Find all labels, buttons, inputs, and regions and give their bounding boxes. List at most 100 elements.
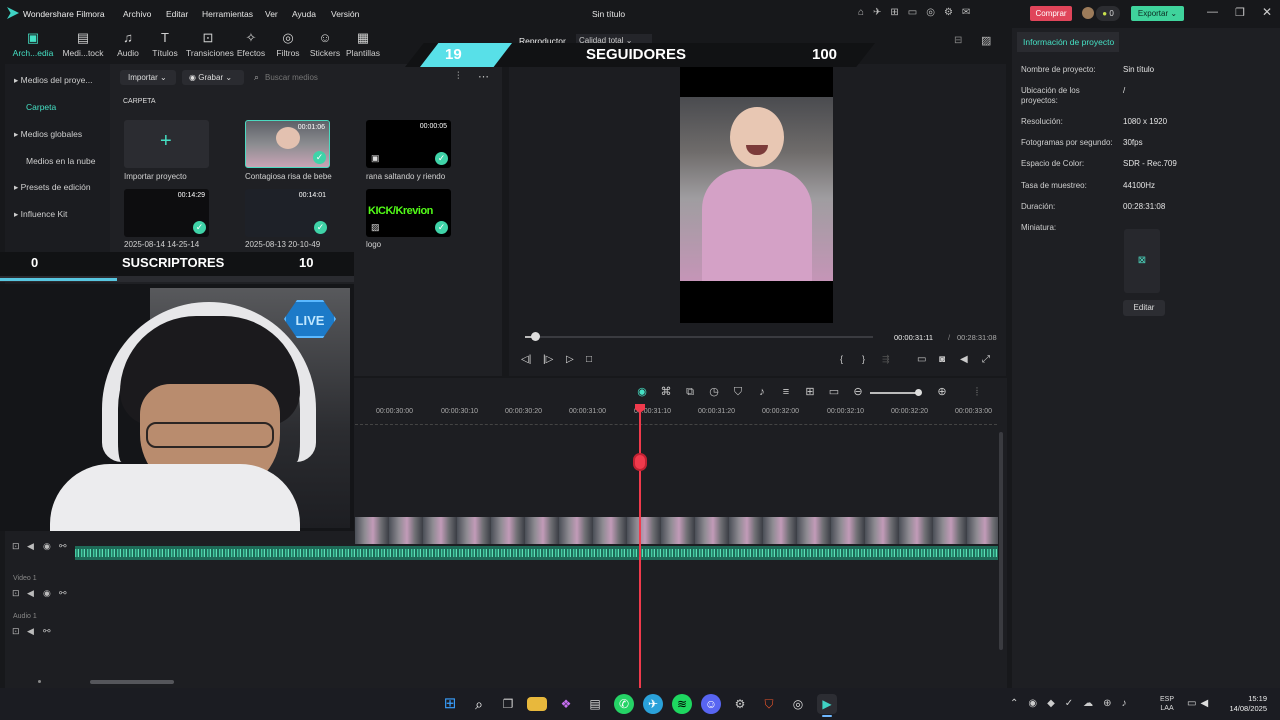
audio-track-link-icon[interactable]: ⚯ xyxy=(43,626,51,637)
sidebar-item-folder[interactable]: Carpeta xyxy=(26,102,56,112)
snapshot-view-icon[interactable]: ▨ xyxy=(981,34,991,47)
taskbar-search-icon[interactable]: ⌕ xyxy=(469,694,489,714)
playhead-marker[interactable] xyxy=(633,453,647,471)
tab-templates[interactable]: ▦ Plantillas xyxy=(341,30,385,58)
tab-stock-media[interactable]: ▤ Medi...tock xyxy=(61,30,105,58)
brave-icon[interactable]: ⛉ xyxy=(759,694,779,714)
tab-titles[interactable]: T Títulos xyxy=(143,30,187,58)
media-thumb-recording-2[interactable]: 00:14:01 ✓ xyxy=(245,189,330,237)
import-dropdown[interactable]: Importar ⌄ xyxy=(120,70,176,85)
display-icon[interactable]: ▭ xyxy=(917,354,926,365)
more-options-icon[interactable]: ⋯ xyxy=(478,70,489,83)
windows-start-icon[interactable]: ⊞ xyxy=(440,694,460,714)
tab-media[interactable]: ▣ Arch...edia xyxy=(11,30,55,58)
discord-icon[interactable]: ☺ xyxy=(701,694,721,714)
sidebar-item-project-media[interactable]: ▸ Medios del proye... xyxy=(14,75,92,86)
speed-icon[interactable]: ◷ xyxy=(707,385,721,399)
audio-waveform[interactable] xyxy=(75,546,998,560)
menu-version[interactable]: Versión xyxy=(331,9,359,19)
store-icon[interactable]: ▤ xyxy=(585,694,605,714)
credit-badge[interactable]: ● 0 xyxy=(1096,6,1120,21)
fullscreen-icon[interactable]: ⤢ xyxy=(982,354,990,365)
camera-icon[interactable]: ◙ xyxy=(939,354,945,365)
video-track-lock-icon[interactable]: ⊡ xyxy=(12,588,20,599)
timeline-horizontal-scrollbar[interactable] xyxy=(90,680,174,684)
timeline-vertical-scrollbar[interactable] xyxy=(999,432,1003,650)
video-track-audio-icon[interactable]: ◀ xyxy=(27,588,34,599)
clip-options-icon[interactable]: ⇶ xyxy=(882,354,890,365)
obs-icon[interactable]: ◎ xyxy=(788,694,808,714)
import-project-card[interactable]: + xyxy=(124,120,209,168)
split-icon[interactable]: ⧉ xyxy=(683,385,697,399)
play-icon[interactable]: ▷ xyxy=(566,354,574,365)
task-view-icon[interactable]: ❐ xyxy=(498,694,518,714)
track-visibility-icon[interactable]: ◉ xyxy=(43,541,51,552)
video-track-eye-icon[interactable]: ◉ xyxy=(43,588,51,599)
zoom-slider[interactable] xyxy=(870,392,920,394)
mixer-icon[interactable]: ≡ xyxy=(779,385,793,399)
mark-in-icon[interactable]: { xyxy=(840,354,843,364)
keyboard-language[interactable]: ESP LAA xyxy=(1160,695,1174,713)
snap-toggle-icon[interactable]: ◉ xyxy=(635,385,649,399)
media-thumb-baby[interactable]: 00:01:06 ✓ xyxy=(245,120,330,168)
copilot-icon[interactable]: ❖ xyxy=(556,694,576,714)
filmora-taskbar-icon[interactable]: ▶ xyxy=(817,694,837,714)
tab-transitions[interactable]: ⊡ Transiciones xyxy=(186,30,234,58)
audio-track-volume-icon[interactable]: ◀ xyxy=(27,626,34,637)
zoom-out-icon[interactable]: ⊖ xyxy=(851,385,865,399)
spotify-icon[interactable]: ≋ xyxy=(672,694,692,714)
menu-editar[interactable]: Editar xyxy=(166,9,188,19)
whatsapp-icon[interactable]: ✆ xyxy=(614,694,634,714)
player-progress-track[interactable] xyxy=(525,336,873,338)
media-thumb-frog[interactable]: 00:00:05 ▣ ✓ xyxy=(366,120,451,168)
edit-thumbnail-button[interactable]: Editar xyxy=(1123,300,1165,316)
sidebar-item-presets[interactable]: ▸ Presets de edición xyxy=(14,182,91,193)
stop-icon[interactable]: □ xyxy=(586,354,592,365)
export-button[interactable]: Exportar ⌄ xyxy=(1131,6,1184,21)
thumbnail-preview[interactable]: ⊠ xyxy=(1124,229,1160,293)
compare-icon[interactable]: ⊟ xyxy=(954,35,962,46)
media-thumb-logo[interactable]: KICK/Krevion ▨ ✓ xyxy=(366,189,451,237)
filter-icon[interactable]: ⫶ xyxy=(457,71,460,82)
sidebar-item-influence-kit[interactable]: ▸ Influence Kit xyxy=(14,209,67,220)
close-icon[interactable]: ✕ xyxy=(1262,5,1272,19)
zoom-in-icon[interactable]: ⊕ xyxy=(935,385,949,399)
layout-icon[interactable]: ⦙ xyxy=(970,385,984,399)
track-mute-icon[interactable]: ◀ xyxy=(27,541,34,552)
menu-herramientas[interactable]: Herramientas xyxy=(202,9,253,19)
subtitle-icon[interactable]: ▭ xyxy=(827,385,841,399)
track-link-icon[interactable]: ⚯ xyxy=(59,541,67,552)
minimize-icon[interactable]: — xyxy=(1207,6,1218,18)
volume-icon[interactable]: ◀ xyxy=(960,354,968,365)
shield-icon[interactable]: ⛉ xyxy=(731,385,745,399)
mark-out-icon[interactable]: } xyxy=(862,354,865,364)
buy-button[interactable]: Comprar xyxy=(1030,6,1072,21)
magnet-icon[interactable]: ⌘ xyxy=(659,385,673,399)
avatar[interactable] xyxy=(1082,7,1094,19)
maximize-icon[interactable]: ❐ xyxy=(1235,6,1245,19)
properties-tab[interactable]: Información de proyecto xyxy=(1017,32,1119,52)
video-clip[interactable] xyxy=(355,517,998,544)
sidebar-item-global-media[interactable]: ▸ Medios globales xyxy=(14,129,82,140)
crop-icon[interactable]: ⊞ xyxy=(803,385,817,399)
video-track-link-icon[interactable]: ⚯ xyxy=(59,588,67,599)
clock[interactable]: 15:19 14/08/2025 xyxy=(1222,694,1267,714)
search-input[interactable] xyxy=(265,70,445,85)
next-frame-icon[interactable]: |▷ xyxy=(543,354,553,365)
prev-frame-icon[interactable]: ◁| xyxy=(521,354,531,365)
telegram-icon[interactable]: ✈ xyxy=(643,694,663,714)
microphone-icon[interactable]: ♪ xyxy=(755,385,769,399)
track-lock-icon[interactable]: ⊡ xyxy=(12,541,20,552)
menu-ayuda[interactable]: Ayuda xyxy=(292,9,316,19)
record-dropdown[interactable]: ◉ Grabar ⌄ xyxy=(182,70,244,85)
audio-track-lock-icon[interactable]: ⊡ xyxy=(12,626,20,637)
menu-ver[interactable]: Ver xyxy=(265,9,278,19)
media-thumb-recording-1[interactable]: 00:14:29 ✓ xyxy=(124,189,209,237)
menu-archivo[interactable]: Archivo xyxy=(123,9,151,19)
file-explorer-icon[interactable] xyxy=(527,697,547,711)
sidebar-item-cloud-media[interactable]: Medios en la nube xyxy=(26,156,95,166)
network-volume-icons[interactable]: ▭◀ xyxy=(1187,698,1212,709)
player-progress-handle[interactable] xyxy=(531,332,540,341)
steam-icon[interactable]: ⚙ xyxy=(730,694,750,714)
zoom-slider-handle[interactable] xyxy=(915,389,922,396)
